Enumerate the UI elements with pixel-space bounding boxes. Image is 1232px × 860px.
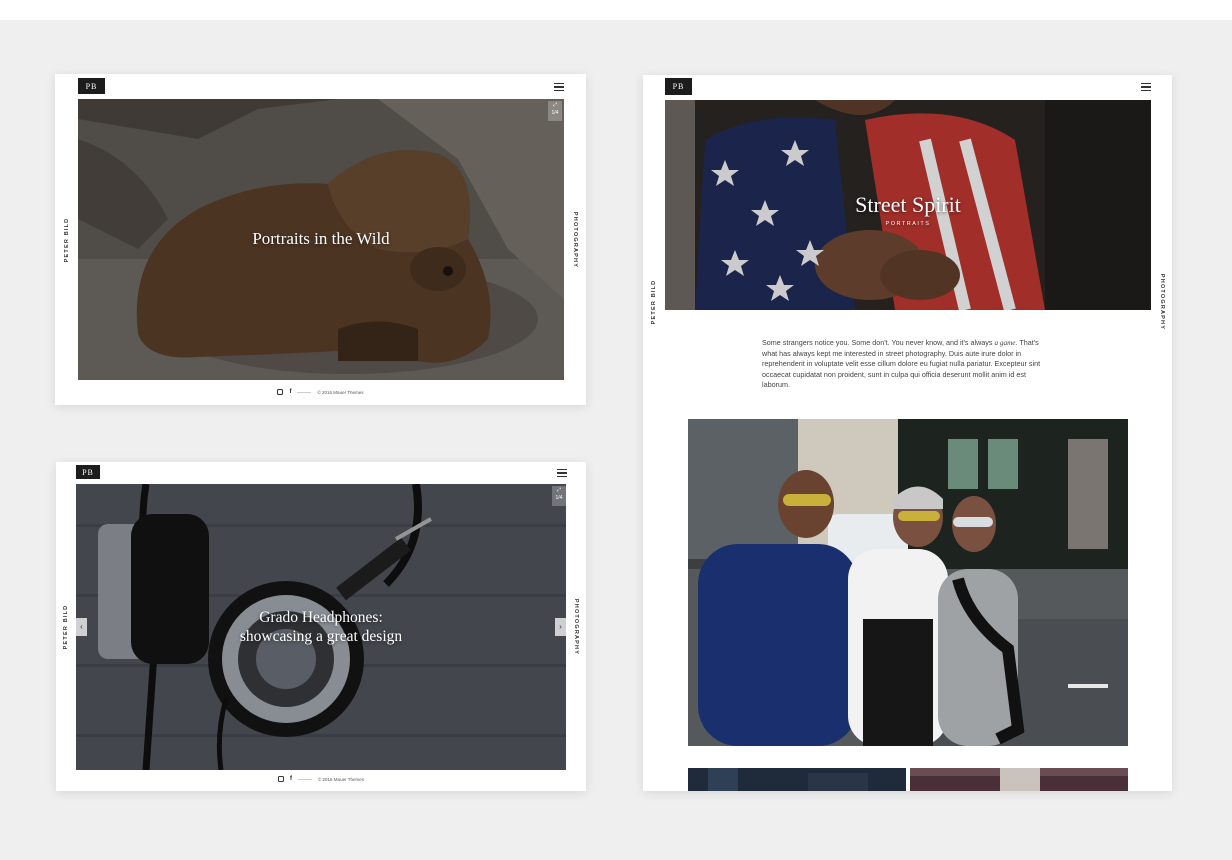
side-label-peter-bild[interactable]: PETER BILD: [64, 218, 70, 263]
hamburger-menu-icon[interactable]: [554, 83, 564, 92]
expand-icon[interactable]: ⤢ 1/4: [552, 486, 566, 506]
hero-image-bear[interactable]: Portraits in the Wild ⤢ 1/4: [78, 99, 564, 380]
background: PB PETER BILD PHOTOGRAPHY Portraits in t…: [0, 20, 1232, 860]
hero-title[interactable]: Grado Headphones: showcasing a great des…: [76, 608, 566, 646]
gallery-image-street-group[interactable]: [688, 419, 1128, 746]
hero-title[interactable]: Portraits in the Wild: [78, 229, 564, 249]
gallery-thumb-left[interactable]: [688, 768, 906, 791]
hamburger-menu-icon[interactable]: [1141, 83, 1151, 92]
image-counter: 1/4: [551, 110, 559, 116]
hero-image-street-spirit[interactable]: Street Spirit PORTRAITS: [665, 100, 1151, 310]
side-label-peter-bild[interactable]: PETER BILD: [651, 280, 657, 325]
thumb-right-photo: [910, 768, 1128, 791]
side-label-photography[interactable]: PHOTOGRAPHY: [573, 599, 579, 655]
gallery-thumb-right[interactable]: [910, 768, 1128, 791]
intro-paragraph: Some strangers notice you. Some don't. Y…: [762, 338, 1041, 389]
facebook-icon[interactable]: f: [290, 776, 292, 782]
side-label-photography[interactable]: PHOTOGRAPHY: [1159, 274, 1165, 330]
site-logo[interactable]: PB: [76, 465, 100, 479]
hero-image-headphones[interactable]: Grado Headphones: showcasing a great des…: [76, 484, 566, 770]
site-logo[interactable]: PB: [665, 78, 692, 95]
site-footer: f © 2016 Mauer Themes: [55, 389, 586, 395]
site-footer: f © 2016 Mauer Themes: [56, 776, 586, 782]
side-label-photography[interactable]: PHOTOGRAPHY: [572, 212, 578, 268]
street-group-photo: [688, 419, 1128, 746]
instagram-icon[interactable]: [277, 389, 284, 395]
facebook-icon[interactable]: f: [289, 389, 291, 395]
hamburger-menu-icon[interactable]: [557, 469, 567, 478]
hero-subtitle[interactable]: PORTRAITS: [665, 221, 1151, 227]
image-counter: 1/4: [555, 495, 563, 501]
card-grado-headphones: PB PETER BILD PHOTOGRAPHY Grado Headphon…: [56, 462, 586, 791]
intro-italic: a game: [994, 339, 1016, 347]
expand-icon[interactable]: ⤢ 1/4: [548, 101, 562, 121]
card-street-spirit: PB PETER BILD PHOTOGRAPHY Street Spirit …: [643, 75, 1172, 791]
thumb-left-photo: [688, 768, 906, 791]
footer-divider: [297, 391, 312, 393]
site-logo[interactable]: PB: [78, 78, 105, 94]
instagram-icon[interactable]: [277, 776, 284, 782]
prev-slide-arrow[interactable]: ‹: [76, 618, 87, 636]
footer-divider: [297, 778, 312, 780]
side-label-peter-bild[interactable]: PETER BILD: [63, 605, 69, 650]
hero-title[interactable]: Street Spirit: [665, 192, 1151, 218]
card-portraits-in-the-wild: PB PETER BILD PHOTOGRAPHY Portraits in t…: [55, 74, 586, 405]
footer-copyright: © 2016 Mauer Themes: [317, 389, 364, 395]
next-slide-arrow[interactable]: ›: [555, 618, 566, 636]
footer-copyright: © 2016 Mauer Themes: [317, 776, 364, 782]
